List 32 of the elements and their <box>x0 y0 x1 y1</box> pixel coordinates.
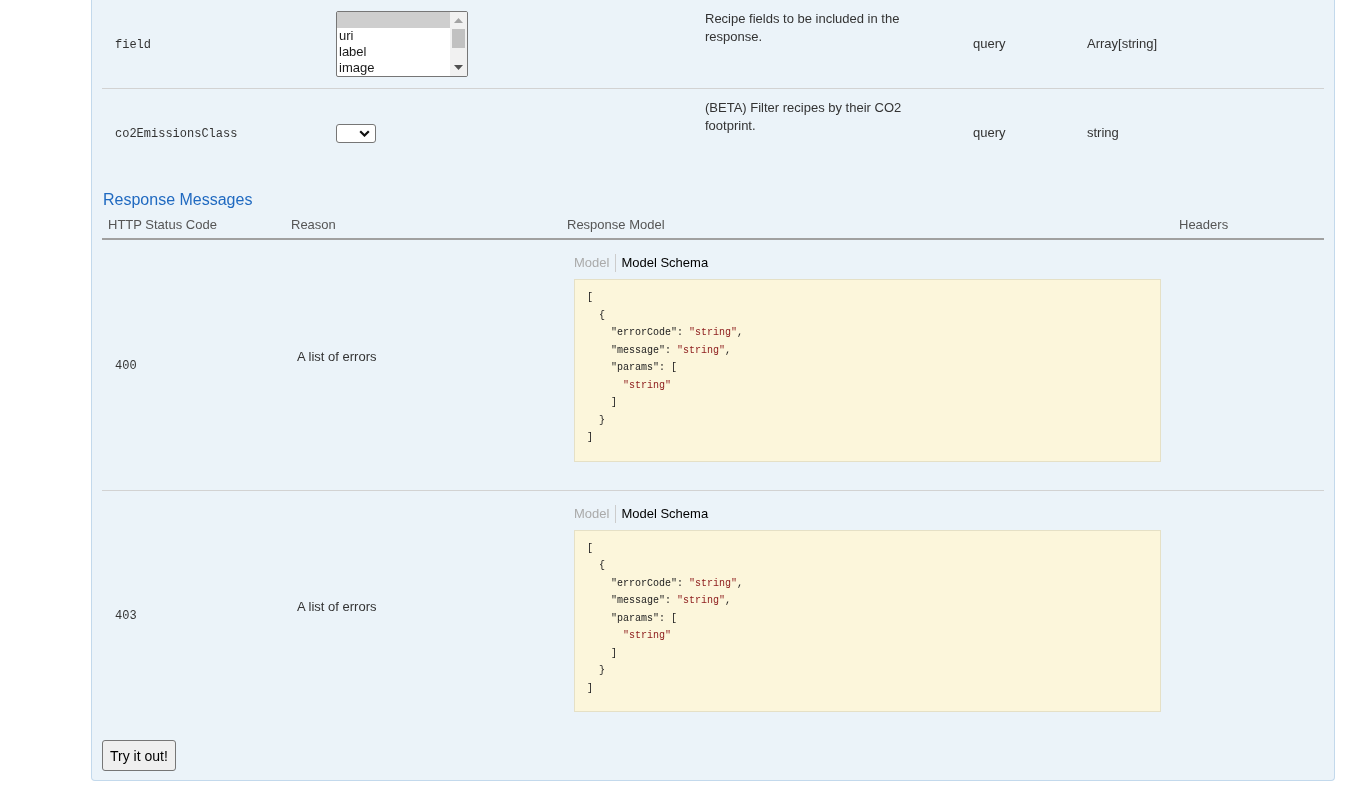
try-it-out-button[interactable]: Try it out! <box>102 740 176 771</box>
schema-code-block: [ { "errorCode": "string", "message": "string", "params": [ "string" ] } ] <box>574 279 1161 462</box>
parameter-description: (BETA) Filter recipes by their CO2 footprint. <box>705 99 903 135</box>
parameter-type: query <box>973 36 1006 51</box>
status-code: 403 <box>115 609 137 624</box>
status-code: 400 <box>115 358 137 373</box>
multi-select-list[interactable]: uri label image <box>336 11 468 77</box>
data-type: Array[string] <box>1087 36 1158 51</box>
column-header: HTTP Status Code <box>108 217 217 232</box>
reason-text: A list of errors <box>297 599 377 615</box>
list-option[interactable]: uri <box>337 28 450 44</box>
schema-code-block: [ { "errorCode": "string", "message": "string", "params": [ "string" ] } ] <box>574 529 1161 712</box>
list-option[interactable]: label <box>337 44 450 60</box>
column-header: Response Model <box>567 217 665 232</box>
list-option[interactable]: image <box>337 60 450 76</box>
triangle-up-icon <box>454 18 463 23</box>
model-tab[interactable]: Model Schema <box>615 254 715 272</box>
parameter-description: Recipe fields to be included in the response. <box>705 10 901 46</box>
column-header: Headers <box>1179 217 1229 232</box>
scrollbar-thumb[interactable] <box>452 29 465 48</box>
parameter-name: co2EmissionsClass <box>115 127 238 141</box>
triangle-down-icon <box>454 65 463 70</box>
section-heading: Response Messages <box>103 190 254 210</box>
data-type: string <box>1087 125 1119 140</box>
dropdown-select[interactable] <box>336 123 376 143</box>
parameter-name: field <box>115 38 151 52</box>
list-option[interactable] <box>337 12 450 28</box>
reason-text: A list of errors <box>297 348 377 364</box>
model-tab[interactable]: Model Schema <box>615 504 715 523</box>
chevron-down-icon <box>359 129 370 137</box>
parameter-type: query <box>973 125 1006 140</box>
column-header: Reason <box>291 217 336 232</box>
